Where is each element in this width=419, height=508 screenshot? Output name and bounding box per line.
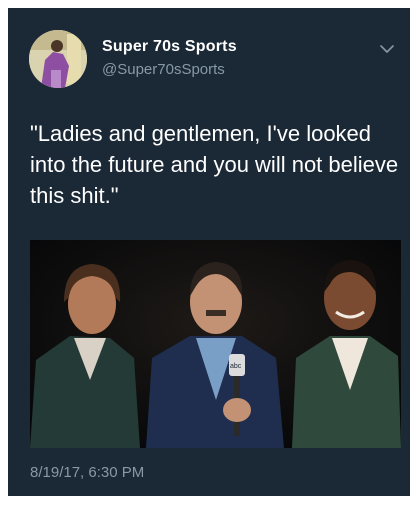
tweet-photo[interactable]: abc [30,240,401,448]
display-name[interactable]: Super 70s Sports [102,38,237,56]
chevron-down-icon[interactable] [379,44,395,54]
photo-illustration: abc [30,240,401,448]
user-handle[interactable]: @Super70sSports [102,61,225,78]
tweet-timestamp[interactable]: 8/19/17, 6:30 PM [30,464,144,481]
tweet-card: Super 70s Sports @Super70sSports "Ladies… [8,8,410,496]
avatar[interactable] [29,30,87,88]
avatar-image [29,30,87,88]
tweet-text: "Ladies and gentlemen, I've looked into … [30,121,399,208]
svg-text:abc: abc [230,363,242,370]
